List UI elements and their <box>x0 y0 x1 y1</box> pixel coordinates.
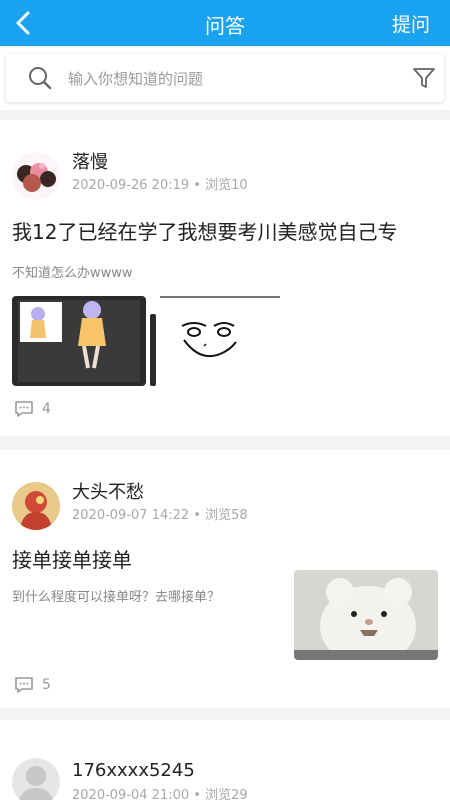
search-icon <box>29 67 52 90</box>
question-image[interactable] <box>12 296 148 388</box>
avatar[interactable] <box>12 152 60 200</box>
question-title[interactable]: 我12了已经在学了我想要考川美感觉自己专 <box>12 216 397 245</box>
meta-separator: • <box>193 508 201 523</box>
post-meta: 2020-09-07 14:22 • 浏览58 <box>72 504 248 523</box>
view-count: 浏览58 <box>205 508 248 523</box>
search-section: 输入你想知道的问题 <box>0 46 450 110</box>
comment-button[interactable]: 4 <box>14 400 51 418</box>
page-title: 问答 <box>205 14 245 38</box>
tablet-stand <box>150 314 156 386</box>
comment-icon <box>15 401 33 417</box>
post-date: 2020-09-04 21:00 <box>72 788 190 800</box>
question-image[interactable] <box>160 296 280 388</box>
post-date: 2020-09-26 20:19 <box>72 178 190 193</box>
question-desc: 到什么程度可以接单呀？去哪接单？ <box>12 590 221 605</box>
ask-question-button[interactable]: 提问 <box>392 10 430 37</box>
meta-separator: • <box>193 178 201 193</box>
avatar[interactable] <box>12 482 60 530</box>
comment-button[interactable]: 5 <box>14 676 51 694</box>
question-title[interactable]: 接单接单接单 <box>12 544 132 573</box>
post-meta: 2020-09-26 20:19 • 浏览10 <box>72 174 248 193</box>
question-card[interactable]: 落慢 2020-09-26 20:19 • 浏览10 我12了已经在学了我想要考… <box>0 120 450 436</box>
view-count: 浏览29 <box>205 788 248 800</box>
avatar[interactable] <box>12 758 60 800</box>
search-bar[interactable]: 输入你想知道的问题 <box>6 54 444 102</box>
comment-icon <box>15 677 33 693</box>
post-date: 2020-09-07 14:22 <box>72 508 190 523</box>
question-desc: 不知道怎么办wwww <box>12 266 133 281</box>
top-bar: 问答 提问 <box>0 0 450 46</box>
question-card[interactable]: 大头不愁 2020-09-07 14:22 • 浏览58 接单接单接单 到什么程… <box>0 450 450 708</box>
author-name[interactable]: 176xxxx5245 <box>72 760 195 781</box>
post-meta: 2020-09-04 21:00 • 浏览29 <box>72 784 248 800</box>
view-count: 浏览10 <box>205 178 248 193</box>
comment-count: 5 <box>42 677 51 693</box>
search-input[interactable]: 输入你想知道的问题 <box>68 68 203 89</box>
question-card[interactable]: 176xxxx5245 2020-09-04 21:00 • 浏览29 <box>0 720 450 800</box>
comment-count: 4 <box>42 401 51 417</box>
author-name[interactable]: 大头不愁 <box>72 478 144 504</box>
question-image[interactable] <box>294 570 438 660</box>
author-name[interactable]: 落慢 <box>72 148 108 174</box>
filter-icon[interactable] <box>412 66 436 90</box>
meta-separator: • <box>193 788 201 800</box>
